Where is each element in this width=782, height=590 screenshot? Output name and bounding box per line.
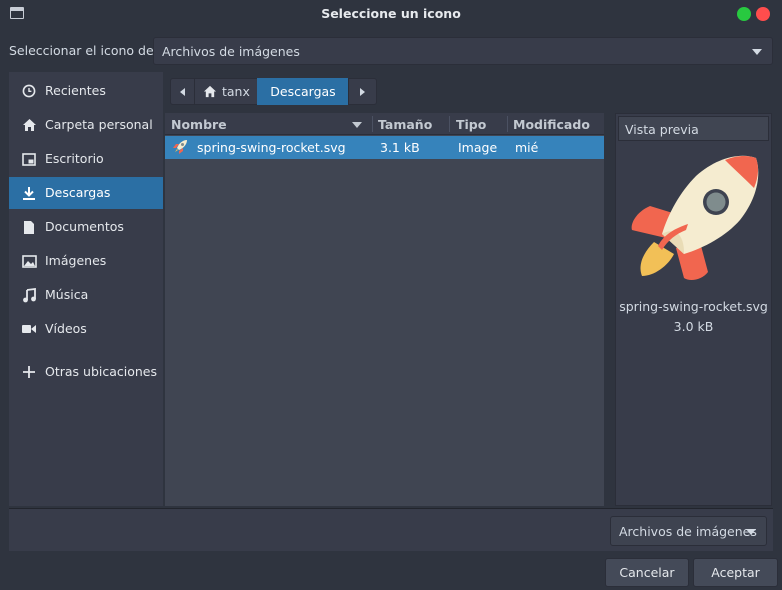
- sidebar-item-label: Carpeta personal: [45, 117, 153, 132]
- preview-file-size: 3.0 kB: [673, 319, 714, 334]
- icon-source-dropdown[interactable]: Archivos de imágenes: [153, 37, 773, 65]
- file-name: spring-swing-rocket.svg: [197, 140, 346, 155]
- sidebar-item-label: Otras ubicaciones: [45, 364, 158, 379]
- preview-header-label: Vista previa: [625, 122, 699, 137]
- chevron-down-icon: [752, 49, 762, 55]
- chevron-down-icon: [746, 529, 756, 535]
- close-button[interactable]: [756, 7, 770, 21]
- column-separator: [372, 116, 373, 132]
- path-home-button[interactable]: tanx: [194, 78, 258, 105]
- music-icon: [21, 287, 37, 303]
- table-row[interactable]: spring-swing-rocket.svg 3.1 kB Image mié: [165, 136, 604, 159]
- file-type: Image: [458, 140, 498, 155]
- clock-icon: [21, 83, 37, 99]
- plus-icon: [21, 364, 37, 380]
- sidebar-item-label: Recientes: [45, 83, 106, 98]
- file-list-header: Nombre Tamaño Tipo Modificado: [165, 113, 604, 135]
- cancel-button[interactable]: Cancelar: [605, 558, 689, 587]
- column-header-size[interactable]: Tamaño: [378, 117, 432, 132]
- icon-source-row: Seleccionar el icono de: Archivos de imá…: [0, 28, 782, 72]
- path-home-label: tanx: [222, 84, 250, 99]
- home-icon: [21, 117, 37, 133]
- chevron-left-icon: [180, 87, 185, 96]
- image-icon: [21, 253, 37, 269]
- path-current-button[interactable]: Descargas: [257, 78, 349, 105]
- sidebar-item-escritorio[interactable]: Escritorio: [9, 143, 163, 175]
- column-separator: [449, 116, 450, 132]
- places-sidebar: Recientes Carpeta personal Escritorio De…: [9, 72, 163, 506]
- sidebar-item-documentos[interactable]: Documentos: [9, 211, 163, 243]
- sidebar-item-imagenes[interactable]: Imágenes: [9, 245, 163, 277]
- sort-descending-icon: [352, 122, 362, 128]
- path-current-label: Descargas: [270, 84, 336, 99]
- title-bar: Seleccione un icono: [0, 0, 782, 28]
- sidebar-item-carpeta-personal[interactable]: Carpeta personal: [9, 109, 163, 141]
- sidebar-item-videos[interactable]: Vídeos: [9, 313, 163, 345]
- icon-source-value: Archivos de imágenes: [162, 44, 300, 59]
- file-size: 3.1 kB: [380, 140, 420, 155]
- sidebar-item-label: Vídeos: [45, 321, 87, 336]
- sidebar-item-musica[interactable]: Música: [9, 279, 163, 311]
- sidebar-item-descargas[interactable]: Descargas: [9, 177, 163, 209]
- download-icon: [21, 185, 37, 201]
- column-separator: [507, 116, 508, 132]
- home-icon: [203, 85, 217, 98]
- column-header-name[interactable]: Nombre: [171, 117, 227, 132]
- video-icon: [21, 321, 37, 337]
- chevron-right-icon: [360, 87, 365, 96]
- column-header-type[interactable]: Tipo: [456, 117, 486, 132]
- document-icon: [21, 219, 37, 235]
- sidebar-item-label: Música: [45, 287, 89, 302]
- preview-pane: Vista previa spring-swing-rocket.svg 3.0…: [615, 113, 772, 506]
- rocket-file-icon: [172, 139, 188, 158]
- sidebar-item-recientes[interactable]: Recientes: [9, 75, 163, 107]
- accept-button[interactable]: Aceptar: [693, 558, 778, 587]
- column-header-modified[interactable]: Modificado: [513, 117, 590, 132]
- file-modified: mié: [515, 140, 539, 155]
- desktop-icon: [21, 151, 37, 167]
- window-title: Seleccione un icono: [321, 6, 461, 21]
- file-list: Nombre Tamaño Tipo Modificado spring-swi…: [165, 113, 604, 506]
- sidebar-item-otras-ubicaciones[interactable]: Otras ubicaciones: [9, 356, 163, 388]
- preview-file-name: spring-swing-rocket.svg: [619, 299, 768, 314]
- file-filter-dropdown[interactable]: Archivos de imágenes: [610, 516, 767, 546]
- sidebar-item-label: Documentos: [45, 219, 124, 234]
- path-bar: tanx Descargas: [164, 72, 782, 112]
- file-filter-value: Archivos de imágenes: [619, 524, 757, 539]
- maximize-button[interactable]: [737, 7, 751, 21]
- rocket-preview-image: [631, 155, 759, 280]
- path-forward-button[interactable]: [348, 78, 377, 105]
- preview-header: Vista previa: [618, 116, 769, 141]
- path-back-button[interactable]: [170, 78, 195, 105]
- sidebar-item-label: Descargas: [45, 185, 111, 200]
- sidebar-item-label: Escritorio: [45, 151, 104, 166]
- icon-source-label: Seleccionar el icono de:: [9, 43, 158, 58]
- sidebar-item-label: Imágenes: [45, 253, 107, 268]
